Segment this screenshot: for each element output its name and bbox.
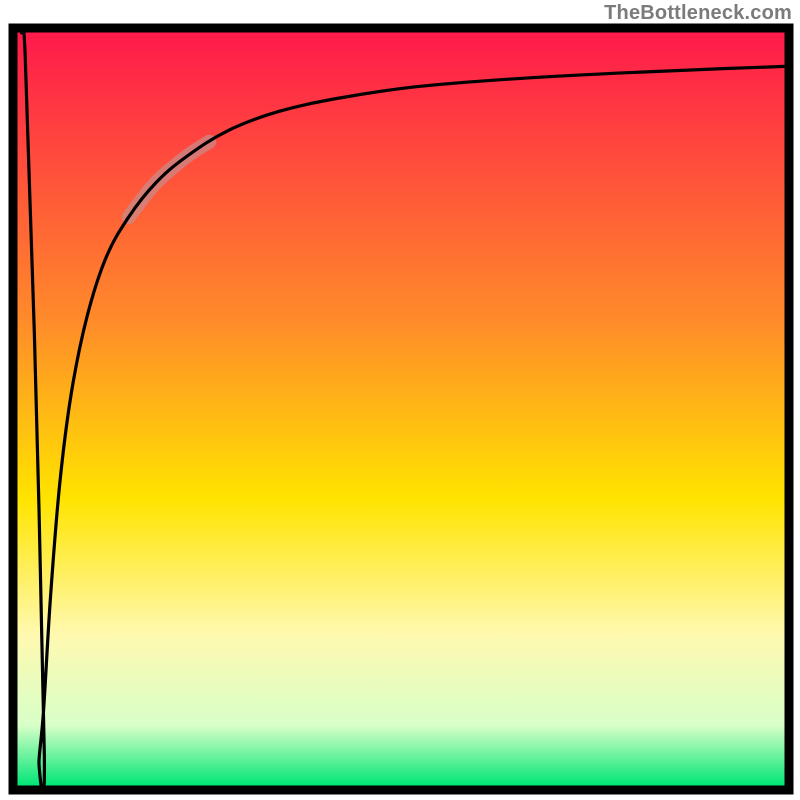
bottleneck-chart: [0, 0, 800, 800]
gradient-background: [18, 33, 785, 786]
chart-container: TheBottleneck.com: [0, 0, 800, 800]
